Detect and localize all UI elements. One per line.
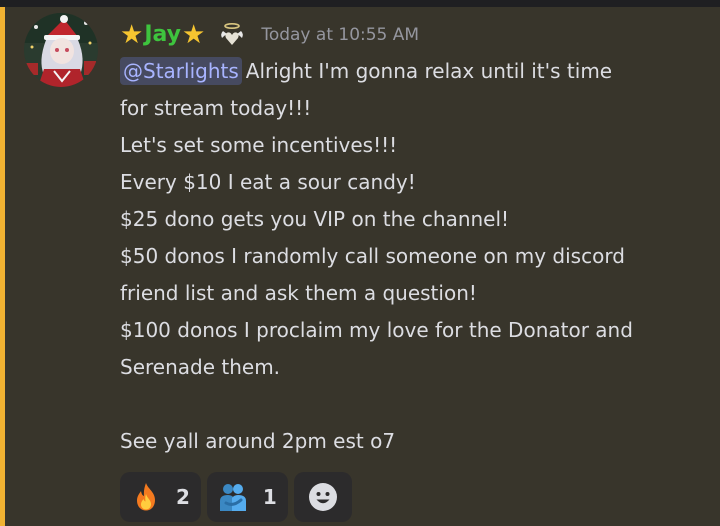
message-line-text: Alright I'm gonna relax until it's time [245, 59, 613, 83]
avatar[interactable] [24, 13, 98, 87]
reaction-count: 1 [262, 485, 277, 509]
message-line: for stream today!!! [120, 96, 312, 120]
reaction-count: 2 [176, 485, 190, 509]
author-name[interactable]: Jay [144, 24, 181, 46]
message-line: Every $10 I eat a sour candy! [120, 170, 416, 194]
message-line-blank [120, 386, 700, 423]
reactions-bar: 2 1 [120, 472, 352, 522]
add-reaction-button[interactable] [293, 472, 352, 522]
top-divider [0, 0, 720, 7]
smiley-add-reaction-icon [308, 483, 337, 511]
name-star-left: ★ [120, 20, 144, 50]
message-header: ★ Jay ★ Today at 10:55 AM [120, 17, 419, 53]
user-mention[interactable]: @Starlights [120, 57, 242, 85]
message-timestamp[interactable]: Today at 10:55 AM [261, 25, 419, 45]
message-line: @Starlights Alright I'm gonna relax until… [120, 53, 700, 90]
reaction-fire[interactable]: 2 [120, 472, 201, 522]
message-line: Let's set some incentives!!! [120, 133, 398, 157]
people-hugging-icon [219, 484, 246, 511]
message-line: friend list and ask them a question! [120, 281, 477, 305]
message-line: See yall around 2pm est o7 [120, 429, 396, 453]
message-line: $100 donos I proclaim my love for the Do… [120, 318, 633, 342]
message-line: Serenade them. [120, 355, 281, 379]
avatar-image [24, 13, 98, 87]
angel-heart-icon[interactable] [219, 22, 245, 48]
message-line: $50 donos I randomly call someone on my … [120, 244, 625, 268]
message-content: @Starlights Alright I'm gonna relax until… [120, 53, 700, 460]
message-line: $25 dono gets you VIP on the channel! [120, 207, 510, 231]
fire-icon [137, 483, 155, 511]
name-star-right: ★ [182, 20, 206, 50]
reaction-people-hugging[interactable]: 1 [206, 472, 288, 522]
